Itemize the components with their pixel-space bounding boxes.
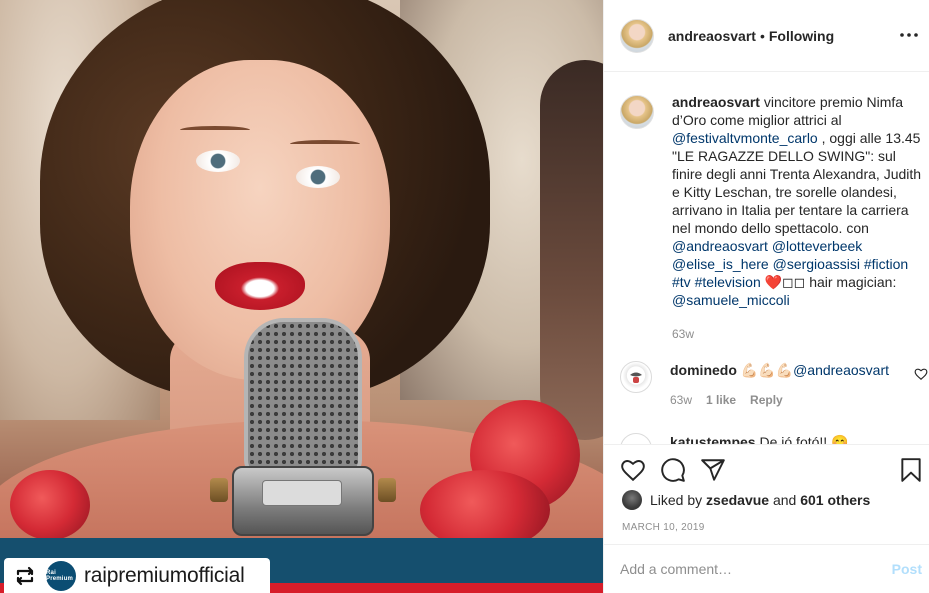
- heart-icon[interactable]: [914, 367, 928, 381]
- repost-badge[interactable]: Rai Premium raipremiumofficial: [4, 558, 270, 593]
- mention-link[interactable]: @samuele_miccoli: [672, 292, 790, 308]
- author-username[interactable]: andreaosvart: [668, 28, 756, 44]
- reply-button[interactable]: Reply: [750, 391, 783, 409]
- repost-username[interactable]: raipremiumofficial: [84, 564, 245, 588]
- comment-username[interactable]: katustempes: [670, 434, 756, 444]
- eye: [196, 150, 240, 172]
- likes-summary: Liked by zsedavue and 601 others: [622, 490, 870, 510]
- post-image[interactable]: Rai Premium raipremiumofficial: [0, 0, 603, 593]
- comment-body: dominedo 💪🏻💪🏻💪🏻@andreaosvart 63w 1 like …: [670, 361, 889, 409]
- add-comment-bar: Post: [604, 544, 929, 593]
- hashtag-link[interactable]: #tv: [672, 274, 691, 290]
- comment-like-count[interactable]: 1 like: [706, 391, 736, 409]
- comment-body: katustempes De jó fotó!! 😊: [670, 433, 849, 444]
- comment-text: De jó fotó!! 😊: [759, 434, 849, 444]
- flower: [10, 470, 90, 540]
- caption-timestamp[interactable]: 63w: [672, 325, 928, 343]
- mention-link[interactable]: @sergioassisi: [773, 256, 860, 272]
- eye: [296, 166, 340, 188]
- mention-link[interactable]: @andreaosvart: [793, 362, 889, 378]
- liked-by-user[interactable]: zsedavue: [706, 492, 769, 508]
- mention-link[interactable]: @andreaosvart: [672, 238, 768, 254]
- comment-icon[interactable]: [660, 457, 686, 483]
- avatar[interactable]: [620, 95, 654, 129]
- comment-emoji: 💪🏻💪🏻💪🏻: [740, 362, 794, 378]
- liked-by-others[interactable]: 601 others: [800, 492, 870, 508]
- following-button[interactable]: Following: [769, 28, 834, 44]
- microphone-knob: [210, 478, 228, 502]
- comment-input[interactable]: [620, 561, 892, 577]
- post-caption: andreaosvart vincitore premio Nimfa d’Or…: [620, 93, 928, 343]
- microphone-knob: [378, 478, 396, 502]
- post-date[interactable]: MARCH 10, 2019: [622, 522, 705, 533]
- eyebrow: [180, 126, 250, 134]
- comment-meta: 63w 1 like Reply: [670, 391, 889, 409]
- separator-dot: •: [759, 27, 765, 44]
- hashtag-link[interactable]: #fiction: [864, 256, 908, 272]
- action-bar: [604, 444, 929, 494]
- avatar[interactable]: [620, 433, 652, 444]
- background-figure: [540, 60, 603, 440]
- post-sidebar: andreaosvart • Following andreaosvart vi…: [603, 0, 929, 593]
- more-horizontal-icon[interactable]: [898, 24, 920, 46]
- hashtag-link[interactable]: #television: [695, 274, 761, 290]
- comment-item: dominedo 💪🏻💪🏻💪🏻@andreaosvart 63w 1 like …: [620, 361, 928, 409]
- comments-section[interactable]: andreaosvart vincitore premio Nimfa d’Or…: [604, 73, 929, 444]
- post-button[interactable]: Post: [892, 561, 922, 577]
- comment-username[interactable]: dominedo: [670, 362, 737, 378]
- avatar[interactable]: [620, 361, 652, 393]
- mention-link[interactable]: @elise_is_here: [672, 256, 769, 272]
- share-icon[interactable]: [700, 457, 726, 483]
- repost-icon: [12, 565, 38, 587]
- heart-emoji: ❤️◻◻: [764, 274, 806, 290]
- heart-icon[interactable]: [620, 457, 646, 483]
- microphone-plate: [262, 480, 342, 506]
- mention-link[interactable]: @lotteverbeek: [772, 238, 862, 254]
- caption-author[interactable]: andreaosvart: [672, 94, 760, 110]
- lips: [215, 262, 305, 310]
- comment-item: katustempes De jó fotó!! 😊: [620, 433, 928, 444]
- microphone: [244, 318, 362, 478]
- avatar[interactable]: [620, 18, 654, 53]
- eyebrow: [290, 140, 360, 148]
- avatar[interactable]: [622, 490, 642, 510]
- bookmark-icon[interactable]: [898, 457, 924, 483]
- rai-premium-logo: Rai Premium: [46, 560, 76, 591]
- comment-timestamp[interactable]: 63w: [670, 391, 692, 409]
- mention-link[interactable]: @festivaltvmonte_carlo: [672, 130, 818, 146]
- post-header: andreaosvart • Following: [604, 0, 929, 72]
- caption-text: andreaosvart vincitore premio Nimfa d’Or…: [672, 93, 928, 343]
